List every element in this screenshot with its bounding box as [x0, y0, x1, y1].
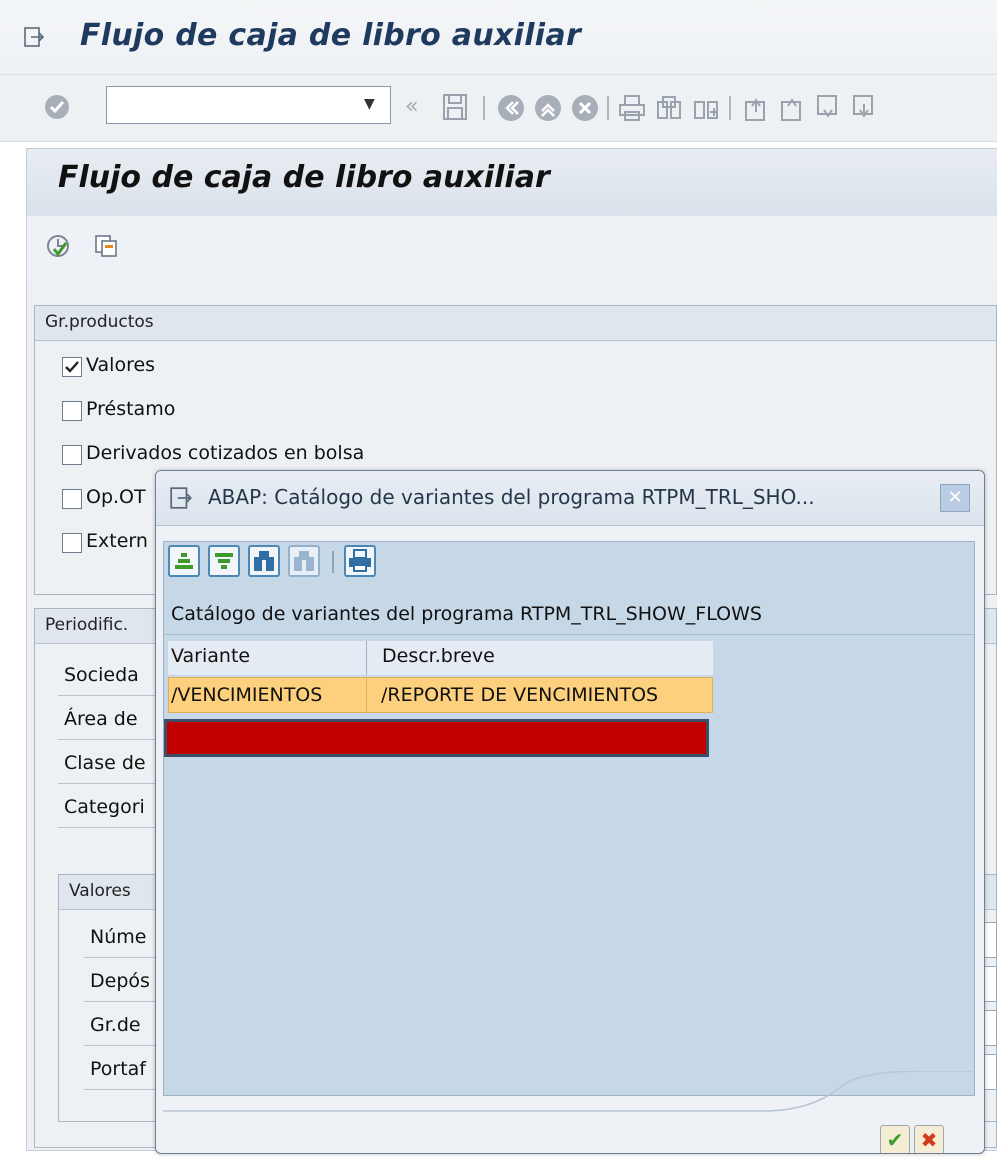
checkbox-externo[interactable]: [62, 533, 82, 553]
next-page-icon[interactable]: [814, 94, 842, 122]
find-next-button[interactable]: [288, 545, 320, 577]
checkbox-label[interactable]: Valores: [86, 354, 155, 376]
table-row[interactable]: /VENCIMIENTOS /REPORTE DE VENCIMIENTOS: [168, 677, 713, 713]
sort-descending-icon: [215, 553, 233, 569]
first-page-icon[interactable]: [742, 94, 770, 122]
checkbox-op-otc[interactable]: [62, 489, 82, 509]
execute-icon[interactable]: [46, 234, 70, 258]
find-icon[interactable]: [655, 94, 683, 122]
dialog-title: ABAP: Catálogo de variantes del programa…: [208, 485, 815, 509]
checkbox-label[interactable]: Derivados cotizados en bolsa: [86, 442, 364, 464]
column-divider: [366, 677, 367, 713]
divider: [84, 957, 164, 958]
field-label: Depós: [90, 970, 150, 992]
toolbar-separator: [332, 551, 334, 573]
field-label: Núme: [90, 926, 147, 948]
print-icon[interactable]: [618, 94, 646, 122]
checkbox-derivados[interactable]: [62, 445, 82, 465]
divider: [164, 634, 974, 635]
divider: [84, 1045, 164, 1046]
find-button[interactable]: [248, 545, 280, 577]
exit-menu-icon[interactable]: [170, 486, 192, 510]
divider: [84, 1001, 164, 1002]
field-label: Gr.de: [90, 1014, 141, 1036]
toolbar-separator: [607, 96, 609, 120]
group-title: Periodific.: [45, 615, 129, 635]
save-icon[interactable]: [442, 93, 468, 121]
previous-page-icon[interactable]: [778, 94, 806, 122]
group-title: Gr.productos: [45, 312, 154, 332]
check-circle-icon[interactable]: [44, 94, 70, 120]
last-page-icon[interactable]: [850, 94, 878, 122]
print-button[interactable]: [344, 545, 376, 577]
sort-ascending-icon: [175, 553, 193, 569]
divider: [58, 827, 158, 828]
list-caption: Catálogo de variantes del programa RTPM_…: [171, 603, 762, 625]
toolbar-separator: [729, 96, 731, 120]
column-header-descr[interactable]: Descr.breve: [382, 645, 495, 667]
group-header: [35, 306, 996, 341]
exit-icon[interactable]: [534, 94, 562, 122]
divider: [58, 783, 158, 784]
find-next-icon: [294, 551, 314, 571]
checkbox-valores[interactable]: [62, 357, 82, 377]
field-label: Portaf: [90, 1058, 146, 1080]
cell-description[interactable]: /REPORTE DE VENCIMIENTOS: [381, 684, 658, 706]
find-icon: [254, 551, 274, 571]
exit-menu-icon[interactable]: [24, 26, 44, 48]
sort-ascending-button[interactable]: [168, 545, 200, 577]
cancel-button[interactable]: ✖: [914, 1125, 944, 1153]
divider: [84, 1089, 164, 1090]
cell-variant[interactable]: /VENCIMIENTOS: [171, 684, 322, 706]
field-label: Clase de: [64, 752, 146, 774]
checkbox-label[interactable]: Préstamo: [86, 398, 175, 420]
field-label: Categori: [64, 796, 145, 818]
column-divider: [366, 641, 367, 675]
divider: [58, 739, 158, 740]
field-label: Socieda: [64, 664, 139, 686]
checkbox-label[interactable]: Op.OT: [86, 486, 146, 508]
divider: [58, 695, 158, 696]
checkbox-label[interactable]: Extern: [86, 530, 148, 552]
column-header-variante[interactable]: Variante: [171, 645, 250, 667]
redacted-row[interactable]: [164, 719, 709, 757]
chevron-down-icon[interactable]: ▼: [364, 96, 375, 112]
variant-catalog-dialog: ABAP: Catálogo de variantes del programa…: [155, 470, 985, 1154]
window-title: Flujo de caja de libro auxiliar: [80, 18, 582, 53]
print-icon: [349, 549, 371, 572]
back-icon[interactable]: [497, 94, 525, 122]
find-next-icon[interactable]: [692, 94, 720, 122]
get-variant-icon[interactable]: [94, 234, 118, 258]
group-title: Valores: [69, 881, 131, 901]
ok-button[interactable]: ✔: [880, 1125, 910, 1153]
table-header: Variante Descr.breve: [168, 641, 713, 675]
checkmark-icon: [65, 361, 79, 373]
collapse-icon[interactable]: «: [405, 94, 418, 119]
sort-descending-button[interactable]: [208, 545, 240, 577]
field-label: Área de: [64, 708, 138, 730]
page-title: Flujo de caja de libro auxiliar: [58, 160, 550, 195]
command-field[interactable]: [106, 86, 391, 124]
checkbox-prestamo[interactable]: [62, 401, 82, 421]
dialog-footer-decoration: [163, 1071, 975, 1112]
application-toolbar: [26, 216, 997, 282]
toolbar-separator: [483, 96, 485, 120]
cancel-icon[interactable]: [571, 94, 599, 122]
close-button[interactable]: ✕: [940, 484, 970, 512]
